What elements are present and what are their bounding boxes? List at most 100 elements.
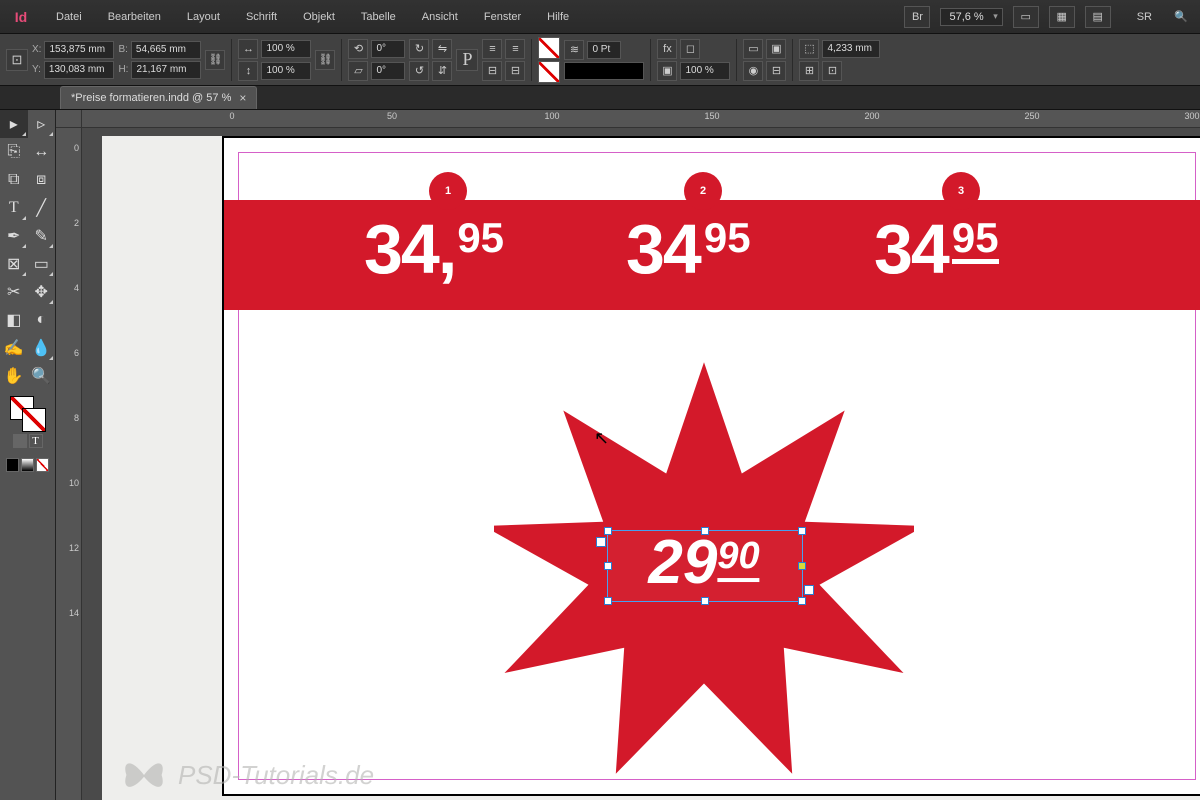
content-placer-tool[interactable]: ⧈ [28,166,56,194]
canvas-area[interactable]: 0 50 100 150 200 250 300 0 2 4 6 8 10 12… [56,110,1200,800]
rotate-cw-icon[interactable]: ↻ [409,39,429,59]
starburst-object[interactable]: 29 90 [494,358,914,778]
formatting-container-icon[interactable] [13,434,27,448]
menu-objekt[interactable]: Objekt [297,7,341,27]
gradient-feather-tool[interactable]: ◐ [28,306,56,334]
fill-swatch[interactable] [538,37,560,59]
corner-icon[interactable]: ◻ [680,39,700,59]
search-icon[interactable]: 🔍 [1168,6,1194,28]
stroke-style-select[interactable] [564,62,644,80]
horizontal-ruler[interactable]: 0 50 100 150 200 250 300 [82,110,1200,128]
menu-bearbeiten[interactable]: Bearbeiten [102,7,167,27]
x-input[interactable] [44,41,114,59]
y-input[interactable] [44,61,114,79]
view-options-button[interactable]: ▤ [1085,6,1111,28]
hand-tool[interactable]: ✋ [0,362,28,390]
type-tool[interactable]: T [0,194,28,222]
scissors-tool[interactable]: ✂ [0,278,28,306]
stroke-weight-input[interactable] [587,41,621,59]
formatting-text-icon[interactable]: T [29,434,43,448]
page-tool[interactable]: ⎘ [0,138,28,166]
arrange-button[interactable]: ▦ [1049,6,1075,28]
menu-layout[interactable]: Layout [181,7,226,27]
flip-v-icon[interactable]: ⇵ [432,61,452,81]
vertical-ruler[interactable]: 0 2 4 6 8 10 12 14 [56,128,82,800]
price-banner[interactable]: 1 2 3 34 , 95 34 95 34 95 [224,200,1200,310]
handle-w[interactable] [604,562,612,570]
bridge-button[interactable]: Br [904,6,930,28]
distribute-v-icon[interactable]: ⊟ [505,61,525,81]
rotate-ccw-icon[interactable]: ↺ [409,61,429,81]
menu-datei[interactable]: Datei [50,7,88,27]
stroke-swatch[interactable] [538,61,560,83]
selection-tool[interactable]: ▸ [0,110,28,138]
menu-tabelle[interactable]: Tabelle [355,7,402,27]
link-scale-icon[interactable]: ⛓ [315,50,335,70]
menu-hilfe[interactable]: Hilfe [541,7,575,27]
zoom-tool[interactable]: 🔍 [28,362,56,390]
document-tab[interactable]: *Preise formatieren.indd @ 57 % × [60,86,257,109]
rotate-input[interactable] [371,40,405,58]
handle-n[interactable] [701,527,709,535]
gradient-swatch-tool[interactable]: ◧ [0,306,28,334]
close-tab-button[interactable]: × [239,91,246,105]
reference-point-icon[interactable]: ⊡ [6,49,28,71]
scale-x-input[interactable] [261,40,311,58]
fit-frame-icon[interactable]: ⊡ [822,61,842,81]
apply-color-icon[interactable] [6,458,19,472]
out-port[interactable] [804,585,814,595]
shear-input[interactable] [371,62,405,80]
fx-icon[interactable]: fx [657,39,677,59]
opacity-input[interactable] [680,62,730,80]
zoom-level-select[interactable]: 57,6 % [940,8,1002,26]
gap-tool[interactable]: ↔ [28,138,56,166]
menu-fenster[interactable]: Fenster [478,7,527,27]
menu-ansicht[interactable]: Ansicht [416,7,464,27]
note-tool[interactable]: ✍ [0,334,28,362]
flip-h-icon[interactable]: ⇋ [432,39,452,59]
apply-none-icon[interactable] [36,458,49,472]
eyedropper-tool[interactable]: 💧 [28,334,56,362]
h-input[interactable] [131,61,201,79]
line-tool[interactable]: ╱ [28,194,56,222]
price-2[interactable]: 34 95 [626,214,751,284]
pasteboard[interactable]: 1 2 3 34 , 95 34 95 34 95 [82,128,1200,800]
page[interactable]: 1 2 3 34 , 95 34 95 34 95 [222,136,1200,796]
link-wh-icon[interactable]: ⛓ [205,50,225,70]
align-left-icon[interactable]: ≡ [482,39,502,59]
pencil-tool[interactable]: ✎ [28,222,56,250]
wrap-jump-icon[interactable]: ⊟ [766,61,786,81]
corner-type-icon[interactable]: ⬚ [799,39,819,59]
w-input[interactable] [131,41,201,59]
price-3[interactable]: 34 95 [874,214,999,284]
pen-tool[interactable]: ✒ [0,222,28,250]
handle-nw[interactable] [604,527,612,535]
apply-gradient-icon[interactable] [21,458,34,472]
align-center-icon[interactable]: ≡ [505,39,525,59]
content-collector-tool[interactable]: ⧉ [0,166,28,194]
workspace-switcher[interactable]: SR [1131,11,1158,23]
corner-radius-input[interactable] [822,40,880,58]
fill-stroke-swatch[interactable]: T [0,390,55,454]
selection-frame[interactable] [607,530,803,602]
rectangle-frame-tool[interactable]: ⊠ [0,250,28,278]
menu-schrift[interactable]: Schrift [240,7,283,27]
fit-content-icon[interactable]: ⊞ [799,61,819,81]
wrap-bounding-icon[interactable]: ▣ [766,39,786,59]
stroke-color-icon[interactable] [22,408,46,432]
in-port[interactable] [596,537,606,547]
distribute-h-icon[interactable]: ⊟ [482,61,502,81]
paragraph-icon[interactable]: P [456,49,478,71]
screen-mode-button[interactable]: ▭ [1013,6,1039,28]
handle-e[interactable] [798,562,806,570]
handle-ne[interactable] [798,527,806,535]
rectangle-tool[interactable]: ▭ [28,250,56,278]
wrap-none-icon[interactable]: ▭ [743,39,763,59]
handle-s[interactable] [701,597,709,605]
price-1[interactable]: 34 , 95 [364,214,504,284]
handle-sw[interactable] [604,597,612,605]
handle-se[interactable] [798,597,806,605]
direct-selection-tool[interactable]: ▹ [28,110,56,138]
scale-y-input[interactable] [261,62,311,80]
wrap-shape-icon[interactable]: ◉ [743,61,763,81]
